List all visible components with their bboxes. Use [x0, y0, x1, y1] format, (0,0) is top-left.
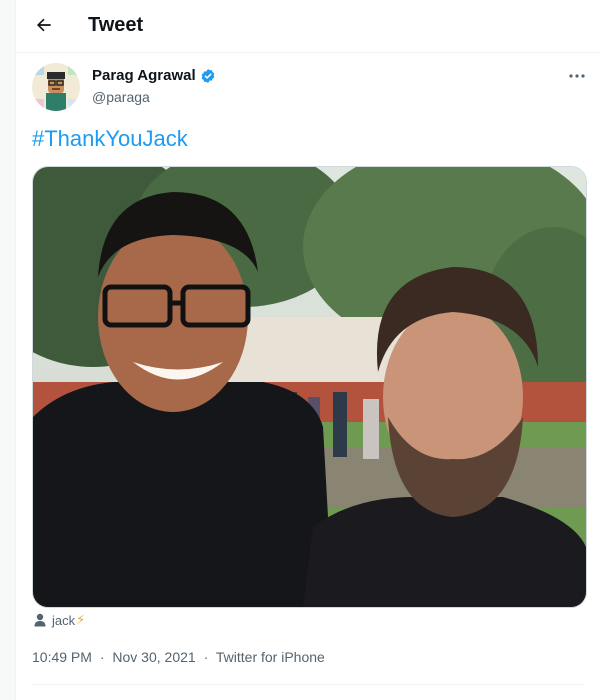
avatar-image: [32, 63, 80, 111]
verified-badge-icon: [200, 68, 216, 84]
more-options-icon: [569, 74, 585, 78]
photo-two-people: [33, 167, 586, 607]
header: Tweet: [16, 0, 600, 53]
more-options-button[interactable]: [564, 66, 590, 86]
tweet-date[interactable]: Nov 30, 2021: [112, 649, 195, 665]
divider: [32, 684, 585, 685]
tweet-hashtag[interactable]: #ThankYouJack: [32, 126, 188, 152]
page-title: Tweet: [88, 14, 144, 36]
arrow-left-icon: [37, 18, 51, 32]
tagged-user-name: jack: [52, 612, 76, 628]
tweet-time[interactable]: 10:49 PM: [32, 649, 92, 665]
tweet-photo[interactable]: [32, 166, 587, 608]
meta-separator: ·: [99, 649, 105, 665]
tweet-source[interactable]: Twitter for iPhone: [216, 649, 325, 665]
meta-separator: ·: [203, 649, 209, 665]
author-name-text: Parag Agrawal: [92, 67, 196, 84]
avatar[interactable]: [32, 63, 80, 111]
person-icon: [34, 613, 46, 627]
lightning-emoji: ⚡: [76, 612, 86, 627]
tagged-user[interactable]: jack ⚡: [34, 612, 85, 628]
tweet-meta: 10:49 PM · Nov 30, 2021 · Twitter for iP…: [32, 649, 325, 665]
author-handle[interactable]: @paraga: [92, 89, 150, 105]
author-name[interactable]: Parag Agrawal: [92, 67, 216, 84]
tweet-panel: Tweet Parag Agrawal @paraga #ThankYouJac…: [15, 0, 600, 700]
back-button[interactable]: [28, 9, 60, 41]
